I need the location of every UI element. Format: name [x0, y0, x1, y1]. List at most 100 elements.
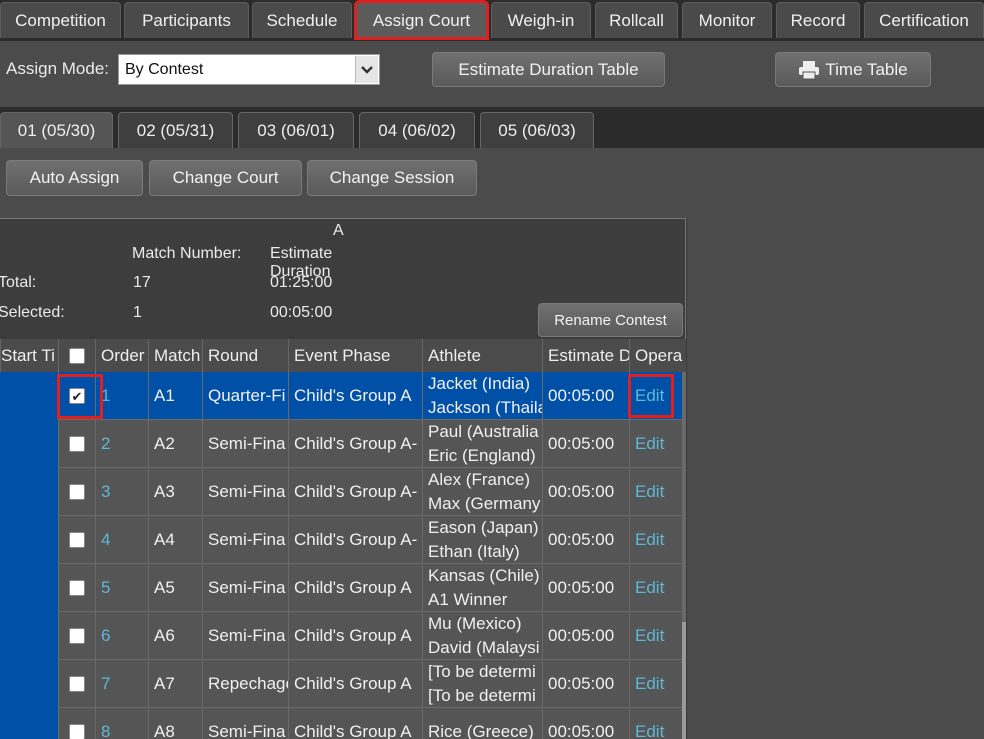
edit-link[interactable]: Edit — [635, 434, 664, 454]
phase-cell: Child's Group A- — [288, 516, 422, 564]
table-row[interactable]: 2 A2 Semi-Fina Child's Group A- Paul (Austra… — [58, 420, 684, 468]
edit-link[interactable]: Edit — [635, 578, 664, 598]
round-cell: Semi-Fina — [202, 516, 288, 564]
time-table-button[interactable]: Time Table — [775, 52, 931, 87]
edit-link[interactable]: Edit — [635, 674, 664, 694]
athlete-name: Mu (Mexico) — [428, 614, 522, 633]
table-row[interactable]: 3 A3 Semi-Fina Child's Group A- Alex (France… — [58, 468, 684, 516]
order-link[interactable]: 8 — [101, 722, 110, 739]
athlete-name: Jacket (India) — [428, 374, 531, 393]
op-cell: Edit — [629, 660, 684, 708]
phase-cell: Child's Group A — [288, 708, 422, 739]
col-match[interactable]: Match — [148, 339, 202, 372]
table-row[interactable]: 6 A6 Semi-Fina Child's Group A Mu (Mexico) Da… — [58, 612, 684, 660]
order-cell: 4 — [95, 516, 148, 564]
match-value: A7 — [154, 674, 175, 693]
phase-value: Child's Group A- — [294, 434, 418, 453]
select-all-cell — [58, 339, 95, 372]
col-estimate-duration[interactable]: Estimate D — [542, 339, 629, 372]
athlete-name: David (Malaysi — [428, 638, 540, 657]
table-row[interactable]: 8 A8 Semi-Fina Child's Group A Rice (Greece)… — [58, 708, 684, 739]
order-cell: 5 — [95, 564, 148, 612]
change-session-button[interactable]: Change Session — [307, 160, 477, 196]
order-link[interactable]: 7 — [101, 674, 110, 694]
auto-assign-button[interactable]: Auto Assign — [6, 160, 143, 196]
grid-scrollbar[interactable] — [682, 372, 686, 739]
rename-contest-button[interactable]: Rename Contest — [538, 303, 683, 337]
tab-schedule[interactable]: Schedule — [252, 2, 352, 38]
selected-label: Selected: — [0, 304, 65, 321]
table-row[interactable]: ✔ 1 A1 Quarter-Fi Child's Group A Jacket (Ind… — [58, 372, 684, 420]
tab-rollcall[interactable]: Rollcall — [595, 2, 678, 38]
tab-weigh-in[interactable]: Weigh-in — [491, 2, 591, 38]
match-cell: A5 — [148, 564, 202, 612]
edit-link[interactable]: Edit — [635, 530, 664, 550]
order-link[interactable]: 5 — [101, 578, 110, 598]
scrollbar-thumb[interactable] — [682, 622, 686, 739]
edit-link[interactable]: Edit — [635, 722, 664, 739]
match-value: A3 — [154, 482, 175, 501]
row-checkbox[interactable] — [69, 484, 85, 500]
phase-value: Child's Group A — [294, 626, 412, 645]
match-cell: A6 — [148, 612, 202, 660]
row-select-cell — [58, 516, 95, 564]
day-tab-04[interactable]: 04 (06/02) — [359, 112, 475, 148]
col-event-phase[interactable]: Event Phase — [288, 339, 422, 372]
match-value: A1 — [154, 386, 175, 405]
order-link[interactable]: 3 — [101, 482, 110, 502]
phase-value: Child's Group A — [294, 722, 412, 739]
order-cell: 3 — [95, 468, 148, 516]
duration-value: 00:05:00 — [548, 578, 615, 597]
select-all-checkbox[interactable] — [69, 347, 85, 364]
col-athlete[interactable]: Athlete — [422, 339, 542, 372]
tab-monitor[interactable]: Monitor — [682, 2, 772, 38]
tab-record[interactable]: Record — [776, 2, 860, 38]
col-operation[interactable]: Opera — [629, 339, 686, 372]
table-row[interactable]: 4 A4 Semi-Fina Child's Group A- Eason (Japan… — [58, 516, 684, 564]
match-cell: A8 — [148, 708, 202, 739]
col-order[interactable]: Order — [95, 339, 148, 372]
op-cell: Edit — [629, 612, 684, 660]
order-cell: 8 — [95, 708, 148, 739]
athlete-name: Eason (Japan) — [428, 518, 539, 537]
order-link[interactable]: 6 — [101, 626, 110, 646]
row-checkbox[interactable] — [69, 436, 85, 452]
row-checkbox[interactable] — [69, 628, 85, 644]
assign-mode-select[interactable]: By Contest — [118, 54, 380, 85]
col-round[interactable]: Round — [202, 339, 288, 372]
col-start-time[interactable]: Start Ti — [0, 339, 58, 372]
estimate-duration-table-button[interactable]: Estimate Duration Table — [432, 52, 665, 87]
row-checkbox[interactable] — [69, 724, 85, 739]
duration-cell: 00:05:00 — [542, 516, 629, 564]
change-court-button[interactable]: Change Court — [149, 160, 302, 196]
athlete-name: Eric (England) — [428, 446, 536, 465]
edit-link[interactable]: Edit — [635, 626, 664, 646]
tab-assign-court[interactable]: Assign Court — [354, 0, 489, 40]
order-link[interactable]: 4 — [101, 530, 110, 550]
op-cell: Edit — [629, 420, 684, 468]
row-checkbox[interactable] — [69, 580, 85, 596]
day-tab-03[interactable]: 03 (06/01) — [238, 112, 354, 148]
day-tab-02[interactable]: 02 (05/31) — [118, 112, 233, 148]
chevron-down-icon — [355, 56, 378, 83]
tab-competition[interactable]: Competition — [0, 2, 121, 38]
table-row[interactable]: 7 A7 Repechage Child's Group A [To be determ… — [58, 660, 684, 708]
row-checkbox[interactable] — [69, 532, 85, 548]
athlete-name: Kansas (Chile) — [428, 566, 540, 585]
order-cell: 7 — [95, 660, 148, 708]
court-label: A — [333, 222, 344, 239]
right-empty-area — [687, 218, 984, 739]
table-row[interactable]: 5 A5 Semi-Fina Child's Group A Kansas (Chile… — [58, 564, 684, 612]
row-checkbox[interactable] — [69, 676, 85, 692]
round-cell: Semi-Fina — [202, 420, 288, 468]
op-cell: Edit — [629, 516, 684, 564]
duration-cell: 00:05:00 — [542, 420, 629, 468]
tab-certification[interactable]: Certification — [864, 2, 984, 38]
athlete-cell: Mu (Mexico) David (Malaysi — [422, 612, 542, 660]
edit-link[interactable]: Edit — [635, 482, 664, 502]
tab-participants[interactable]: Participants — [124, 2, 249, 38]
day-tab-01[interactable]: 01 (05/30) — [0, 112, 113, 148]
day-tab-05[interactable]: 05 (06/03) — [480, 112, 594, 148]
order-link[interactable]: 2 — [101, 434, 110, 454]
athlete-name: [To be determi — [428, 662, 536, 681]
